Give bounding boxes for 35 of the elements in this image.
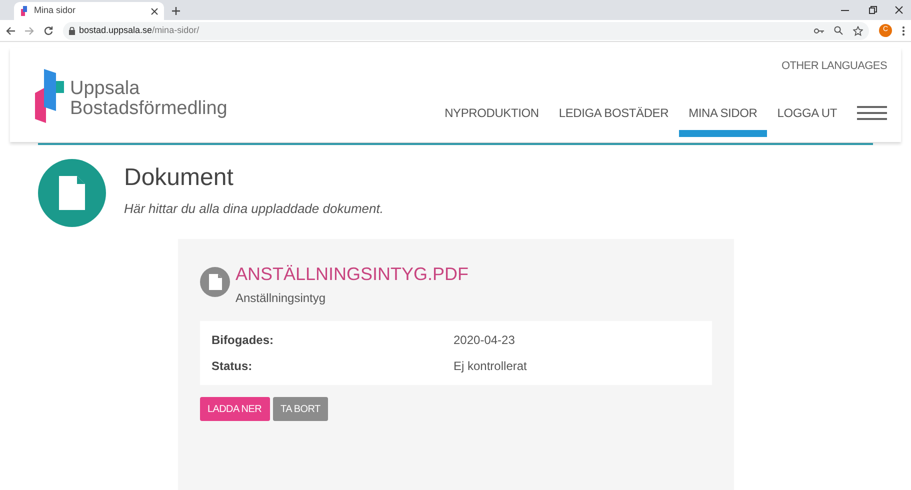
document-type: Anställningsintyg: [236, 290, 327, 307]
other-languages-link[interactable]: OTHER LANGUAGES: [781, 58, 887, 74]
url-text: bostad.uppsala.se/mina-sidor/: [79, 24, 200, 37]
star-icon[interactable]: [853, 26, 863, 36]
hamburger-menu-icon[interactable]: [857, 106, 887, 120]
download-button[interactable]: LADDA NER: [200, 397, 270, 421]
detail-value: 2020-04-23: [454, 332, 515, 349]
close-window-icon[interactable]: [895, 6, 903, 14]
address-bar[interactable]: bostad.uppsala.se/mina-sidor/: [63, 22, 869, 40]
page-title: Dokument: [124, 163, 234, 193]
lock-icon: [69, 26, 75, 34]
detail-value: Ej kontrollerat: [454, 358, 527, 375]
document-filename-link[interactable]: ANSTÄLLNINGSINTYG.PDF: [236, 263, 469, 285]
browser-tab[interactable]: Mina sidor: [14, 2, 164, 20]
key-icon[interactable]: [814, 28, 824, 34]
logo-text: Uppsala: [70, 79, 141, 99]
nav-link[interactable]: LOGGA UT: [767, 104, 847, 137]
nav-link[interactable]: NYPRODUKTION: [434, 104, 549, 137]
tab-title: Mina sidor: [34, 4, 77, 18]
close-tab-icon[interactable]: [151, 8, 158, 14]
nav-link[interactable]: LEDIGA BOSTÄDER: [548, 104, 679, 137]
detail-label: Status:: [212, 358, 254, 375]
document-icon: [38, 159, 106, 227]
logo-text: Bostadsförmedling: [70, 99, 228, 119]
tab-favicon-icon: [20, 6, 28, 16]
file-icon: [200, 267, 230, 297]
back-icon[interactable]: [6, 26, 15, 34]
page-subtitle: Här hittar du alla dina uppladdade dokument.: [124, 200, 384, 218]
new-tab-icon[interactable]: [172, 7, 180, 15]
zoom-icon[interactable]: [834, 26, 843, 35]
logo-icon: [32, 67, 66, 125]
detail-label: Bifogades:: [212, 332, 275, 349]
reload-icon[interactable]: [44, 26, 53, 35]
restore-icon[interactable]: [869, 6, 877, 14]
menu-icon[interactable]: [902, 26, 905, 36]
